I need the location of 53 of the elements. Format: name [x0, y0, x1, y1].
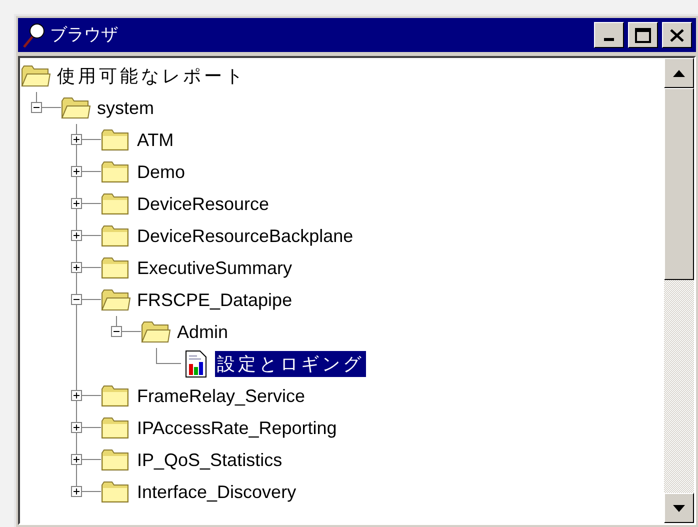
expand-icon[interactable] [71, 134, 82, 145]
tree-item-label[interactable]: DeviceResource [135, 191, 272, 217]
folder-icon [101, 417, 131, 439]
minimize-button[interactable] [594, 22, 624, 48]
tree-item-label[interactable]: IPAccessRate_Reporting [135, 415, 339, 441]
collapse-icon[interactable] [71, 294, 82, 305]
tree-item-label[interactable]: IP_QoS_Statistics [135, 447, 284, 473]
up-arrow-icon [673, 70, 685, 76]
maximize-icon [635, 28, 651, 42]
close-button[interactable] [662, 22, 692, 48]
folder-icon [101, 449, 131, 471]
folder-icon [101, 161, 131, 183]
open-folder-icon [61, 97, 91, 119]
collapse-icon[interactable] [111, 326, 122, 337]
scroll-up-button[interactable] [664, 58, 694, 88]
close-icon [670, 28, 684, 42]
down-arrow-icon [673, 504, 685, 512]
tree-item-label[interactable]: 設定とロギング [215, 351, 366, 377]
expand-icon[interactable] [71, 390, 82, 401]
tree-item-label[interactable]: FrameRelay_Service [135, 383, 308, 409]
expand-icon[interactable] [71, 230, 82, 241]
expand-icon[interactable] [71, 166, 82, 177]
expand-icon[interactable] [71, 454, 82, 465]
tree-item-label[interactable]: Demo [135, 159, 188, 185]
open-folder-icon [21, 65, 51, 87]
tree-item-label[interactable]: Interface_Discovery [135, 479, 298, 505]
expand-icon[interactable] [71, 262, 82, 273]
folder-icon [101, 225, 131, 247]
expand-icon[interactable] [71, 486, 82, 497]
minimize-icon [604, 38, 614, 41]
scroll-thumb[interactable] [664, 88, 694, 280]
collapse-icon[interactable] [31, 102, 42, 113]
tree-item-label[interactable]: system [95, 95, 156, 121]
tree-item-label[interactable]: ExecutiveSummary [135, 255, 294, 281]
expand-icon[interactable] [71, 422, 82, 433]
folder-icon [101, 129, 131, 151]
folder-icon [101, 481, 131, 503]
vertical-scrollbar[interactable] [664, 58, 694, 523]
open-folder-icon [141, 321, 171, 343]
folder-icon [101, 193, 131, 215]
window-title: ブラウザ [50, 24, 118, 46]
tree-item-label[interactable]: Admin [175, 319, 230, 345]
tree-item-label[interactable]: ATM [135, 127, 176, 153]
folder-icon [101, 257, 131, 279]
scroll-down-button[interactable] [664, 493, 694, 523]
tree-item-label[interactable]: DeviceResourceBackplane [135, 223, 356, 249]
open-folder-icon [101, 289, 131, 311]
expand-icon[interactable] [71, 198, 82, 209]
report-icon [184, 350, 208, 378]
tree-item-label[interactable]: FRSCPE_Datapipe [135, 287, 294, 313]
folder-icon [101, 385, 131, 407]
maximize-button[interactable] [628, 22, 658, 48]
tree-item-label[interactable]: 使用可能なレポート [55, 63, 248, 89]
